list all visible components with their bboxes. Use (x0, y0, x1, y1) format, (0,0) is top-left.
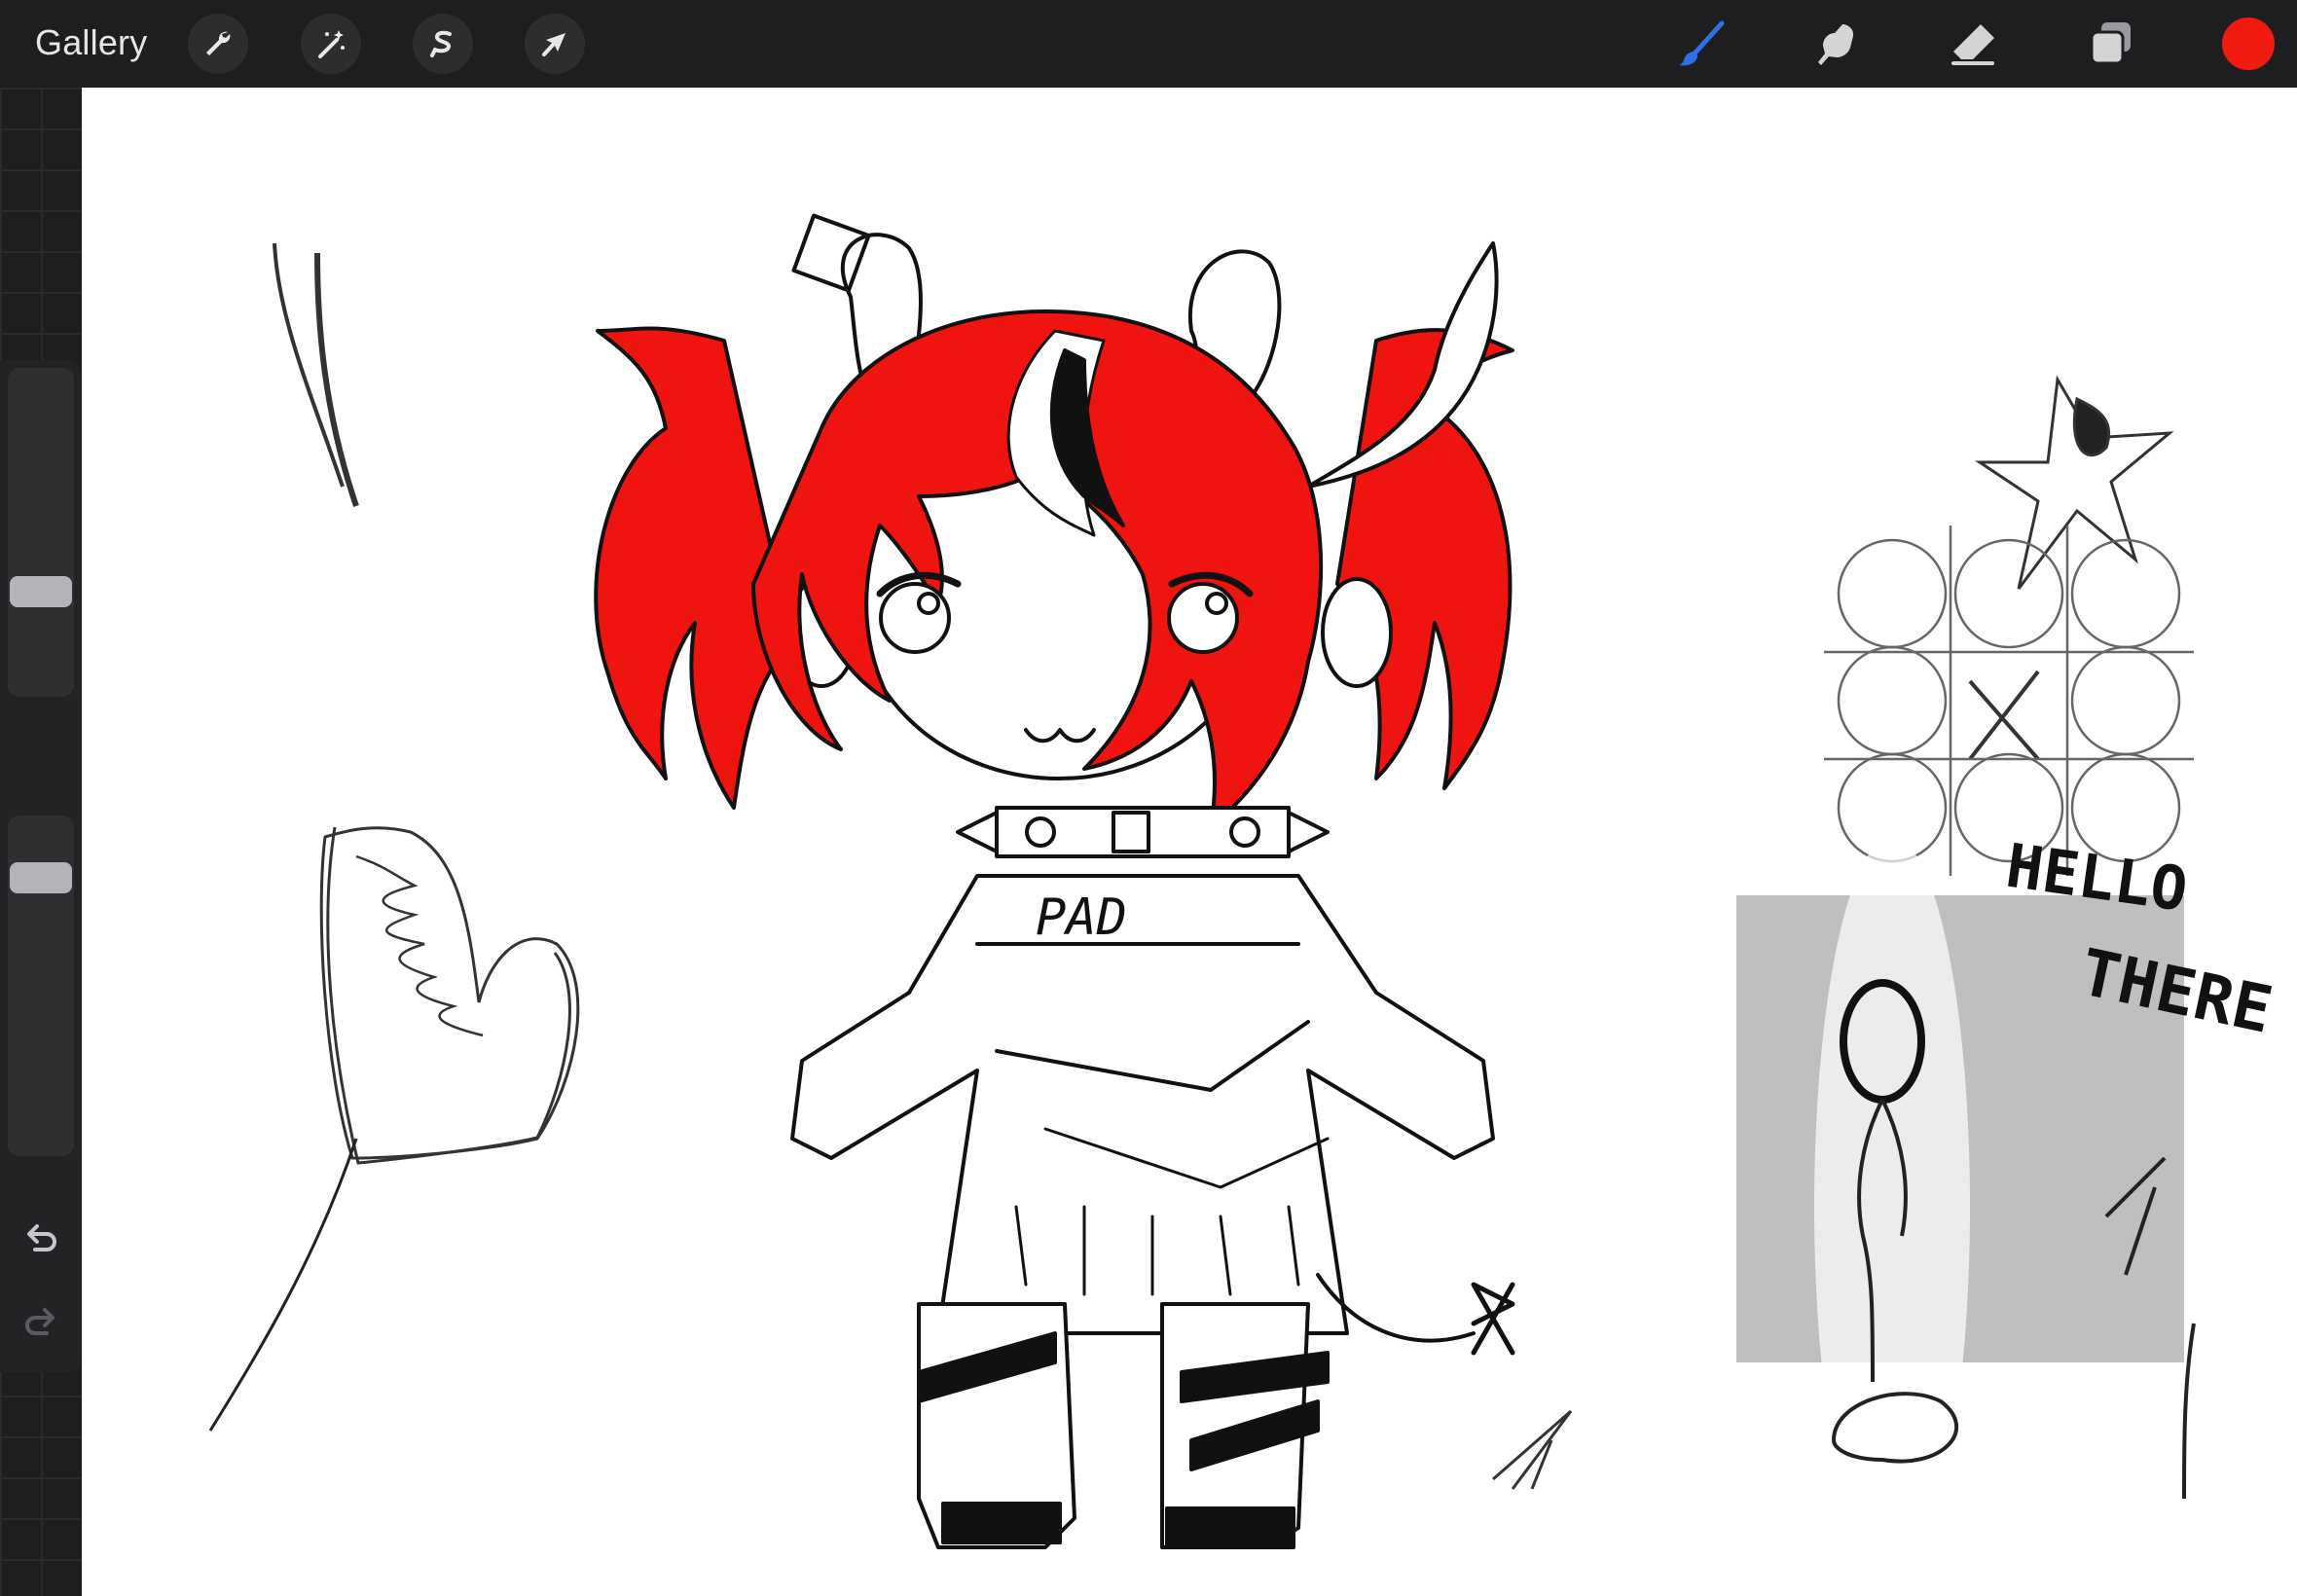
undo-button[interactable] (18, 1216, 64, 1263)
brush-tool-button[interactable] (1672, 14, 1732, 74)
layers-icon (2090, 22, 2131, 65)
shirt-text: PAD (1036, 889, 1127, 947)
eraser-tool-button[interactable] (1945, 14, 2005, 74)
star-doodle (1975, 375, 2174, 590)
brush-size-slider[interactable] (8, 368, 74, 697)
color-picker-button[interactable] (2222, 18, 2275, 70)
selection-s-icon (430, 30, 452, 57)
artwork: PAD HELLO THERE (208, 213, 2279, 1577)
redo-arrow-icon (25, 1308, 55, 1335)
transform-button[interactable] (525, 14, 585, 74)
brush-opacity-thumb[interactable] (10, 861, 72, 893)
long-curve (208, 1138, 358, 1432)
gallery-button[interactable]: Gallery (35, 19, 147, 66)
layers-button[interactable] (2081, 14, 2141, 74)
selection-button[interactable] (413, 14, 473, 74)
brush-opacity-slider[interactable] (8, 816, 74, 1156)
scribble-lines (273, 242, 359, 507)
redo-button[interactable] (18, 1300, 64, 1347)
wrench-icon (206, 31, 231, 55)
arrow-cursor-icon (542, 33, 565, 56)
actions-button[interactable] (188, 14, 248, 74)
top-toolbar: Gallery (0, 0, 2297, 88)
character (594, 213, 1515, 1549)
side-panel (0, 360, 82, 1372)
brush-icon (1679, 20, 1725, 66)
smudge-finger-icon (1818, 24, 1854, 65)
adjustments-button[interactable] (301, 14, 361, 74)
heart-doodle (319, 826, 580, 1165)
small-scribble (1492, 1409, 1573, 1490)
undo-arrow-icon (27, 1224, 56, 1251)
brush-size-thumb[interactable] (10, 576, 72, 608)
smudge-tool-button[interactable] (1808, 14, 1869, 74)
tic-tac-toe-doodle (1824, 526, 2194, 876)
magic-wand-icon (318, 30, 345, 58)
eraser-icon (1951, 24, 1994, 65)
drawing-canvas[interactable]: PAD HELLO THERE (82, 88, 2297, 1596)
